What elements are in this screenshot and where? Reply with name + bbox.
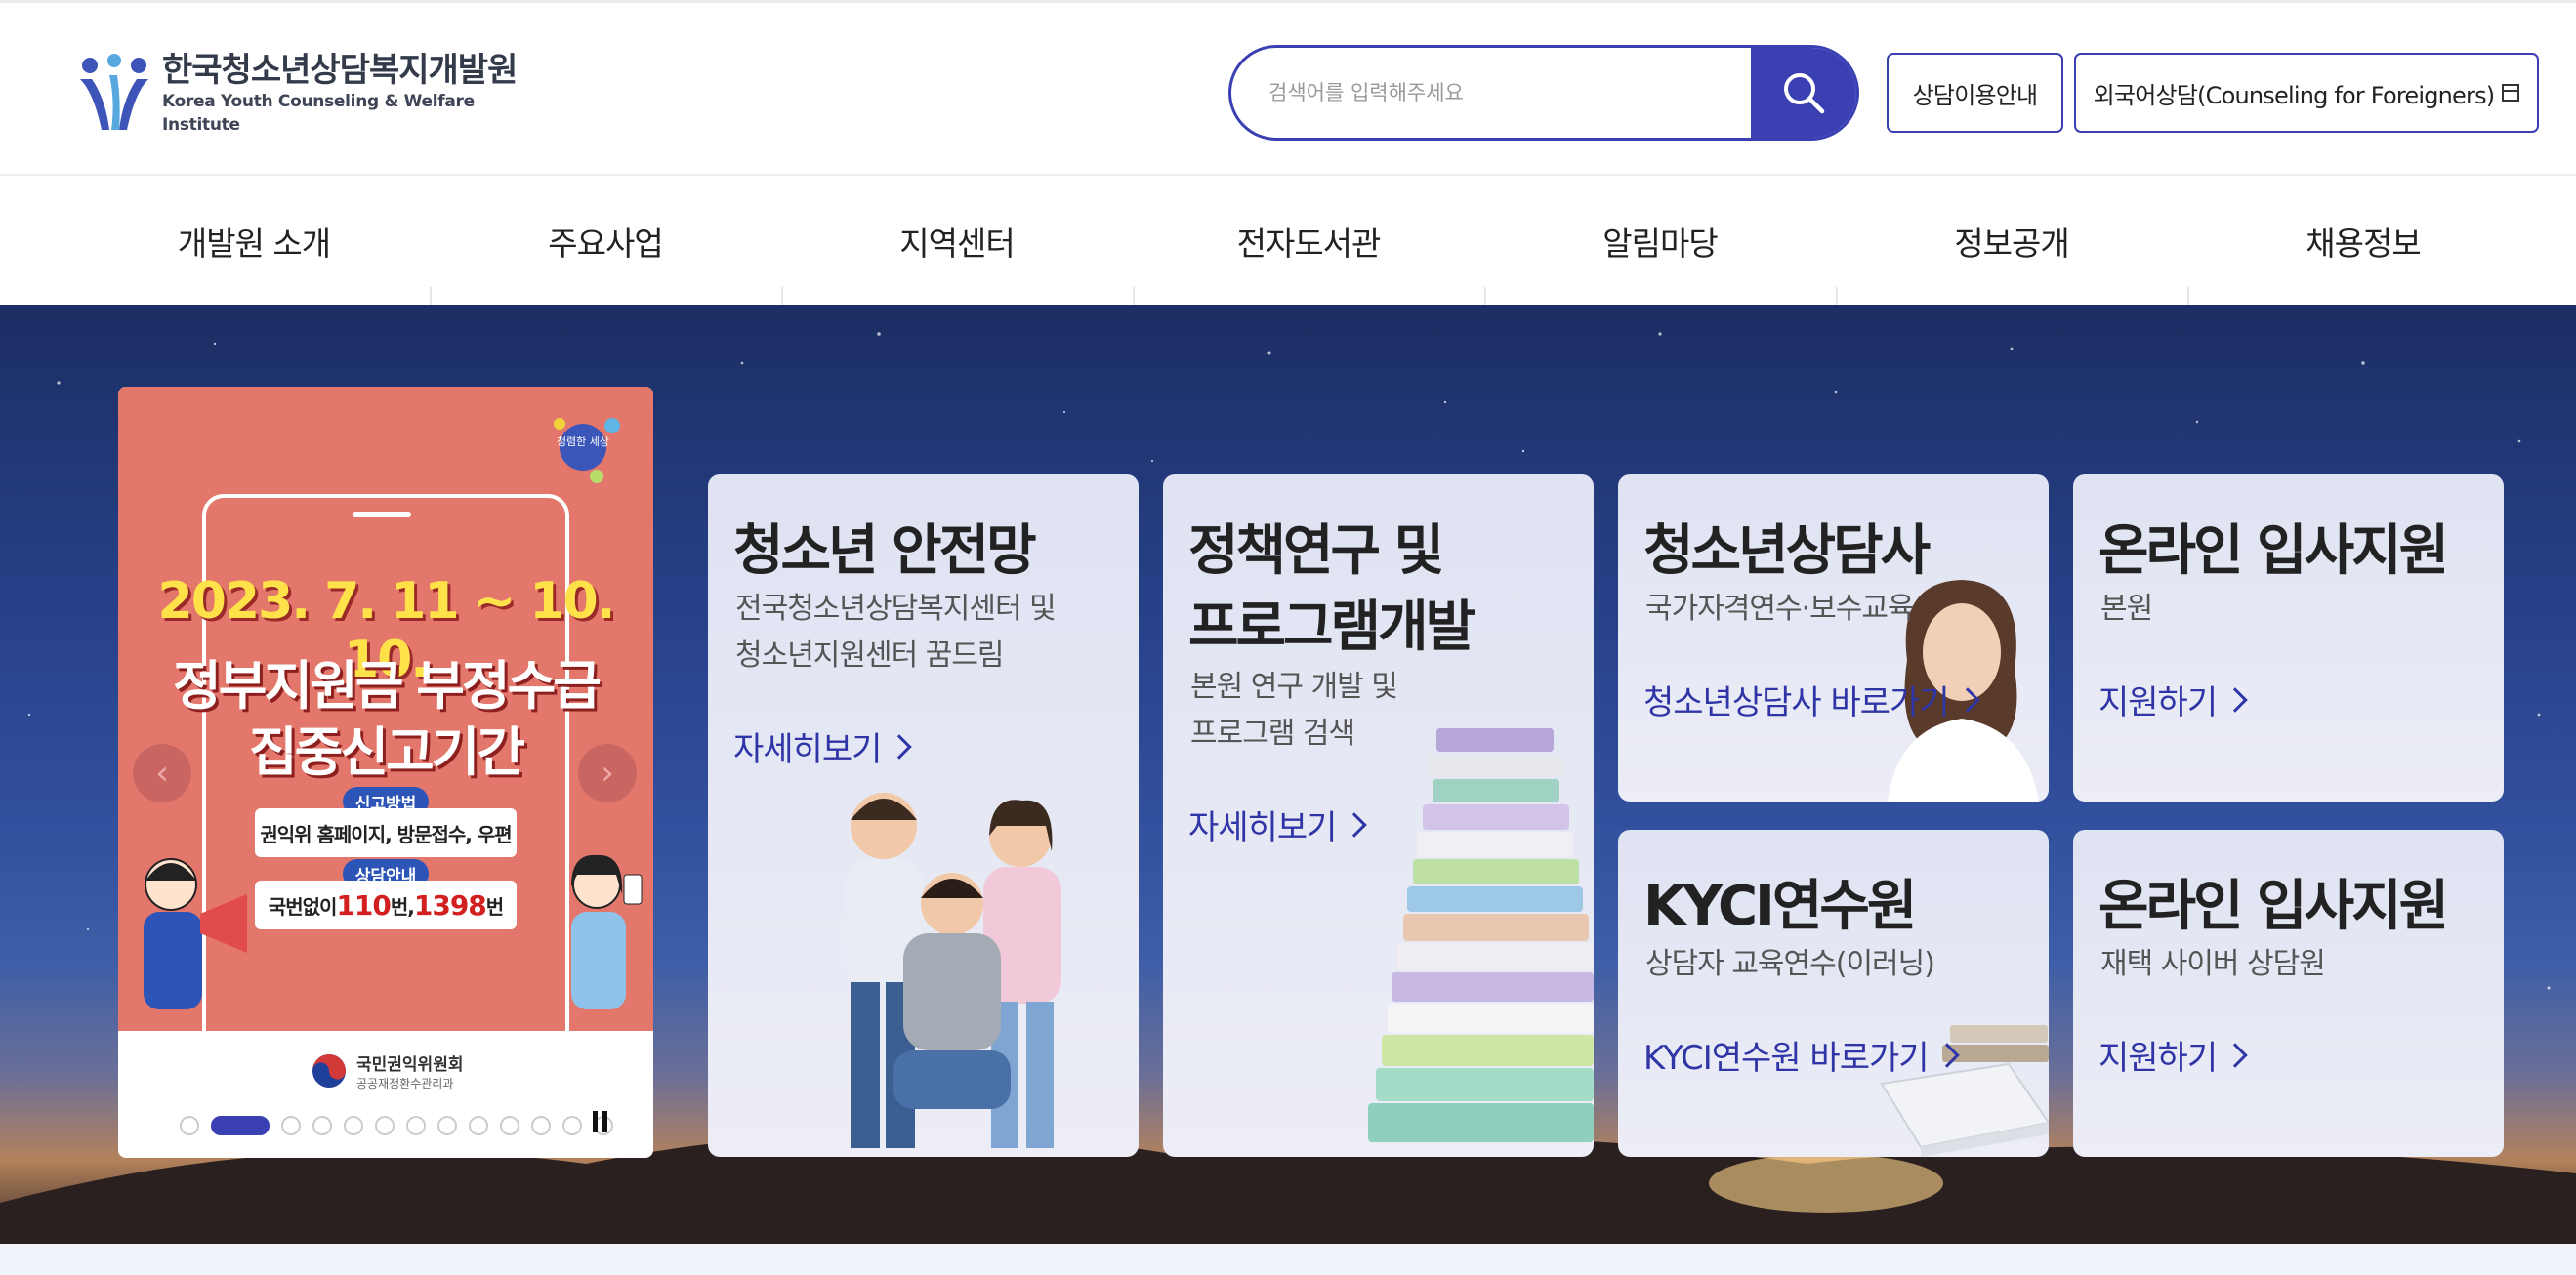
card-link[interactable]: 자세히보기 [1188, 801, 1368, 848]
card-title: 청소년 안전망 [733, 519, 1037, 583]
nav-item-main-projects[interactable]: 주요사업 [430, 178, 781, 305]
slide-dot[interactable] [500, 1116, 519, 1135]
card-desc: 상담자 교육연수(이러닝) [1645, 947, 1935, 981]
youth-group-illustration [845, 793, 1061, 1148]
slide-dot[interactable] [469, 1116, 488, 1135]
foreign-counseling-button[interactable]: 외국어상담(Counseling for Foreigners) [2074, 53, 2539, 133]
card-kyci-training[interactable]: KYCI연수원 상담자 교육연수(이러닝) KYCI연수원 바로가기 [1618, 830, 2049, 1157]
chevron-right-icon [1342, 811, 1368, 838]
slide-dot[interactable] [180, 1116, 199, 1135]
counseling-guide-label: 상담이용안내 [1912, 81, 2038, 109]
search-bar [1228, 45, 1859, 141]
card-desc: 프로그램 검색 [1190, 717, 1355, 751]
chevron-left-icon: ‹ [155, 754, 169, 793]
card-link[interactable]: 청소년상담사 바로가기 [1643, 676, 1980, 723]
slide-pagination [180, 1116, 613, 1135]
slide-dot[interactable] [211, 1116, 270, 1135]
hero-bottom-strip [0, 1244, 2576, 1275]
chevron-right-icon [2223, 686, 2248, 713]
card-title: 정책연구 및 [1188, 519, 1444, 583]
nav-item-notices[interactable]: 알림마당 [1484, 178, 1836, 305]
card-desc: 청소년지원센터 꿈드림 [735, 638, 1005, 673]
card-desc: 본원 [2100, 592, 2153, 626]
man-megaphone-illustration [144, 858, 247, 1009]
logo-mark-icon [76, 54, 152, 134]
nav-item-regional-centers[interactable]: 지역센터 [781, 178, 1133, 305]
logo-english-name: Korea Youth Counseling & Welfare Institu… [162, 92, 475, 135]
new-window-icon [2502, 84, 2520, 102]
counseling-guide-button[interactable]: 상담이용안내 [1887, 53, 2063, 133]
card-title: 온라인 입사지원 [2098, 519, 2449, 583]
nav-item-recruitment[interactable]: 채용정보 [2187, 178, 2539, 305]
card-link[interactable]: KYCI연수원 바로가기 [1643, 1031, 1960, 1079]
slide-dot[interactable] [281, 1116, 301, 1135]
slide-prev-button[interactable]: ‹ [133, 744, 191, 802]
search-input[interactable] [1231, 48, 1751, 138]
card-online-application-cyber[interactable]: 온라인 입사지원 재택 사이버 상담원 지원하기 [2073, 830, 2504, 1157]
consult-phone-text: 국번없이 110 번, 1398 번 [255, 881, 517, 929]
woman-phone-illustration [571, 854, 643, 1009]
nav-item-information-disclosure[interactable]: 정보공개 [1836, 178, 2187, 305]
slide-dot[interactable] [531, 1116, 551, 1135]
acrc-logo: 국민권익위원회 공공재정환수관리과 [312, 1050, 463, 1091]
report-method-text: 권익위 홈페이지, 방문접수, 우편 [255, 808, 517, 857]
slide-dot[interactable] [312, 1116, 332, 1135]
card-desc: 전국청소년상담복지센터 및 [735, 592, 1057, 626]
card-title: 온라인 입사지원 [2098, 875, 2449, 938]
pause-icon[interactable] [592, 1111, 609, 1132]
taegeuk-icon [312, 1054, 346, 1088]
book-stack-illustration [1368, 728, 1594, 1142]
nav-item-about[interactable]: 개발원 소개 [78, 178, 430, 305]
search-button[interactable] [1751, 48, 1856, 138]
search-icon [1784, 73, 1825, 114]
org-name: 국민권익위원회 [356, 1055, 464, 1075]
site-header: 한국청소년상담복지개발원 Korea Youth Counseling & We… [0, 0, 2576, 176]
card-title: KYCI연수원 [1643, 875, 1917, 938]
logo-korean-name: 한국청소년상담복지개발원 [162, 51, 518, 90]
clean-world-badge-icon: 청렴한 세상 [554, 418, 620, 483]
card-title: 프로그램개발 [1188, 596, 1475, 659]
card-link[interactable]: 지원하기 [2098, 1031, 2248, 1079]
card-title: 청소년상담사 [1643, 519, 1931, 583]
chevron-right-icon [1933, 1042, 1960, 1068]
nav-item-e-library[interactable]: 전자도서관 [1133, 178, 1484, 305]
badge-text: 청렴한 세상 [557, 435, 609, 448]
site-logo[interactable]: 한국청소년상담복지개발원 Korea Youth Counseling & We… [76, 51, 525, 136]
banner-title-line2: 집중신고기간 [248, 721, 525, 783]
card-desc: 국가자격연수·보수교육 [1645, 592, 1915, 626]
promo-banner-slide[interactable]: 청렴한 세상 2023. 7. 11 ~ 10. 10. 정부지원금 부정수급 … [118, 387, 653, 1158]
chevron-right-icon [1954, 686, 1980, 713]
slide-dot[interactable] [344, 1116, 363, 1135]
card-desc: 본원 연구 개발 및 [1190, 670, 1398, 704]
slide-dot[interactable] [406, 1116, 426, 1135]
slide-dot[interactable] [375, 1116, 395, 1135]
card-youth-safety-net[interactable]: 청소년 안전망 전국청소년상담복지센터 및 청소년지원센터 꿈드림 자세히보기 [708, 474, 1139, 1157]
slide-dot[interactable] [437, 1116, 457, 1135]
slide-next-button[interactable]: › [578, 744, 637, 802]
card-policy-research[interactable]: 정책연구 및 프로그램개발 본원 연구 개발 및 프로그램 검색 자세히보기 [1163, 474, 1594, 1157]
chevron-right-icon [2223, 1042, 2248, 1068]
main-navigation: 개발원 소개 주요사업 지역센터 전자도서관 알림마당 정보공개 채용정보 [0, 178, 2576, 305]
chevron-right-icon [887, 733, 913, 760]
card-link[interactable]: 지원하기 [2098, 676, 2248, 723]
card-desc: 재택 사이버 상담원 [2100, 947, 2326, 981]
card-online-application-main[interactable]: 온라인 입사지원 본원 지원하기 [2073, 474, 2504, 802]
chevron-right-icon: › [601, 754, 614, 793]
slide-dot[interactable] [562, 1116, 582, 1135]
org-department: 공공재정환수관리과 [356, 1077, 454, 1090]
foreign-counseling-label: 외국어상담(Counseling for Foreigners) [2093, 81, 2495, 109]
card-youth-counselor[interactable]: 청소년상담사 국가자격연수·보수교육 청소년상담사 바로가기 [1618, 474, 2049, 802]
